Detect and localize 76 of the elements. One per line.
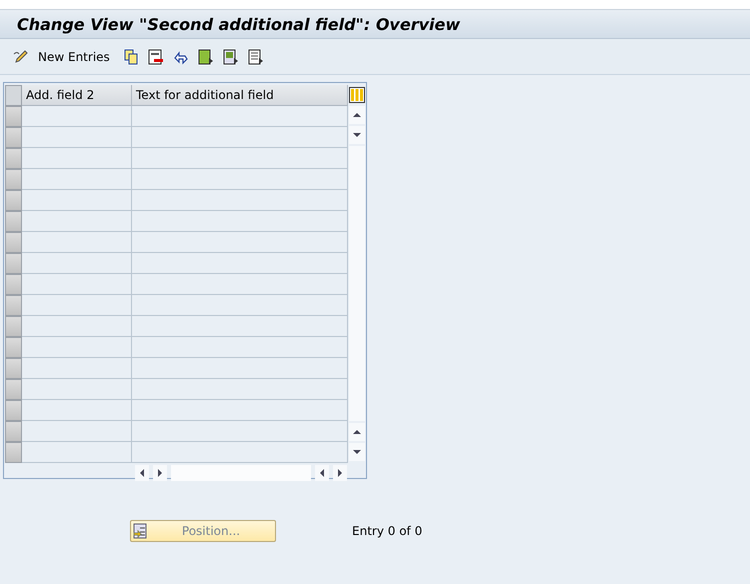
table-cell[interactable] — [22, 106, 132, 127]
row-selector[interactable] — [5, 232, 22, 253]
row-selector[interactable] — [5, 211, 22, 232]
scroll-down-icon[interactable] — [349, 443, 366, 461]
table-cell[interactable] — [22, 316, 132, 337]
row-selector[interactable] — [5, 442, 22, 463]
undo-icon[interactable] — [172, 48, 189, 64]
vertical-scrollbar[interactable] — [349, 146, 366, 421]
row-selector[interactable] — [5, 295, 22, 316]
window-title: Change View "Second additional field": Overview — [17, 14, 460, 34]
table-cell[interactable] — [22, 421, 132, 442]
table-cell[interactable] — [132, 127, 348, 148]
table-cell[interactable] — [132, 316, 348, 337]
row-selector[interactable] — [5, 337, 22, 358]
select-all-corner[interactable] — [5, 85, 22, 106]
table-cell[interactable] — [22, 127, 132, 148]
table-cell[interactable] — [22, 148, 132, 169]
entry-count: Entry 0 of 0 — [352, 524, 422, 538]
column-header[interactable]: Text for additional field — [132, 85, 348, 106]
row-selector[interactable] — [5, 316, 22, 337]
scroll-up-icon[interactable] — [349, 106, 366, 124]
column-header[interactable]: Add. field 2 — [22, 85, 132, 106]
table-cell[interactable] — [132, 106, 348, 127]
table-cell[interactable] — [132, 337, 348, 358]
delete-icon[interactable] — [148, 48, 164, 64]
horizontal-scrollbar[interactable] — [171, 465, 311, 481]
row-selector[interactable] — [5, 190, 22, 211]
row-selector[interactable] — [5, 421, 22, 442]
row-selector[interactable] — [5, 358, 22, 379]
table-cell[interactable] — [22, 379, 132, 400]
table-cell[interactable] — [132, 442, 348, 463]
table-cell[interactable] — [22, 358, 132, 379]
table-cell[interactable] — [22, 337, 132, 358]
row-selector[interactable] — [5, 274, 22, 295]
table-cell[interactable] — [22, 211, 132, 232]
select-all-icon[interactable] — [198, 48, 214, 64]
copy-icon[interactable] — [122, 48, 139, 64]
scroll-right-icon[interactable] — [333, 465, 347, 481]
table-cell[interactable] — [22, 295, 132, 316]
table-cell[interactable] — [132, 211, 348, 232]
table-cell[interactable] — [132, 274, 348, 295]
table-cell[interactable] — [22, 274, 132, 295]
row-selector[interactable] — [5, 379, 22, 400]
table-cell[interactable] — [22, 400, 132, 421]
scroll-left-icon[interactable] — [135, 465, 149, 481]
table-cell[interactable] — [132, 379, 348, 400]
scroll-down-icon[interactable] — [349, 126, 366, 144]
table-cell[interactable] — [132, 295, 348, 316]
table-cell[interactable] — [22, 253, 132, 274]
table-cell[interactable] — [132, 253, 348, 274]
row-selector[interactable] — [5, 127, 22, 148]
position-icon — [133, 523, 147, 539]
table-cell[interactable] — [132, 232, 348, 253]
select-block-icon[interactable] — [222, 48, 239, 64]
table-cell[interactable] — [132, 148, 348, 169]
row-selector[interactable] — [5, 106, 22, 127]
table-cell[interactable] — [132, 190, 348, 211]
scroll-right-icon[interactable] — [153, 465, 167, 481]
table-cell[interactable] — [132, 400, 348, 421]
table-cell[interactable] — [22, 169, 132, 190]
row-selector[interactable] — [5, 148, 22, 169]
table-cell[interactable] — [132, 358, 348, 379]
row-selector[interactable] — [5, 253, 22, 274]
table-cell[interactable] — [22, 442, 132, 463]
scroll-left-icon[interactable] — [315, 465, 329, 481]
table-cell[interactable] — [132, 169, 348, 190]
table-cell[interactable] — [132, 421, 348, 442]
row-selector[interactable] — [5, 400, 22, 421]
new-entries-button[interactable]: New Entries — [38, 50, 114, 64]
pencil-icon[interactable] — [13, 48, 29, 64]
deselect-icon[interactable] — [248, 48, 264, 64]
table-cell[interactable] — [22, 190, 132, 211]
table-settings-icon[interactable] — [349, 87, 366, 103]
table-cell[interactable] — [22, 232, 132, 253]
scroll-up-icon[interactable] — [349, 423, 366, 441]
row-selector[interactable] — [5, 169, 22, 190]
